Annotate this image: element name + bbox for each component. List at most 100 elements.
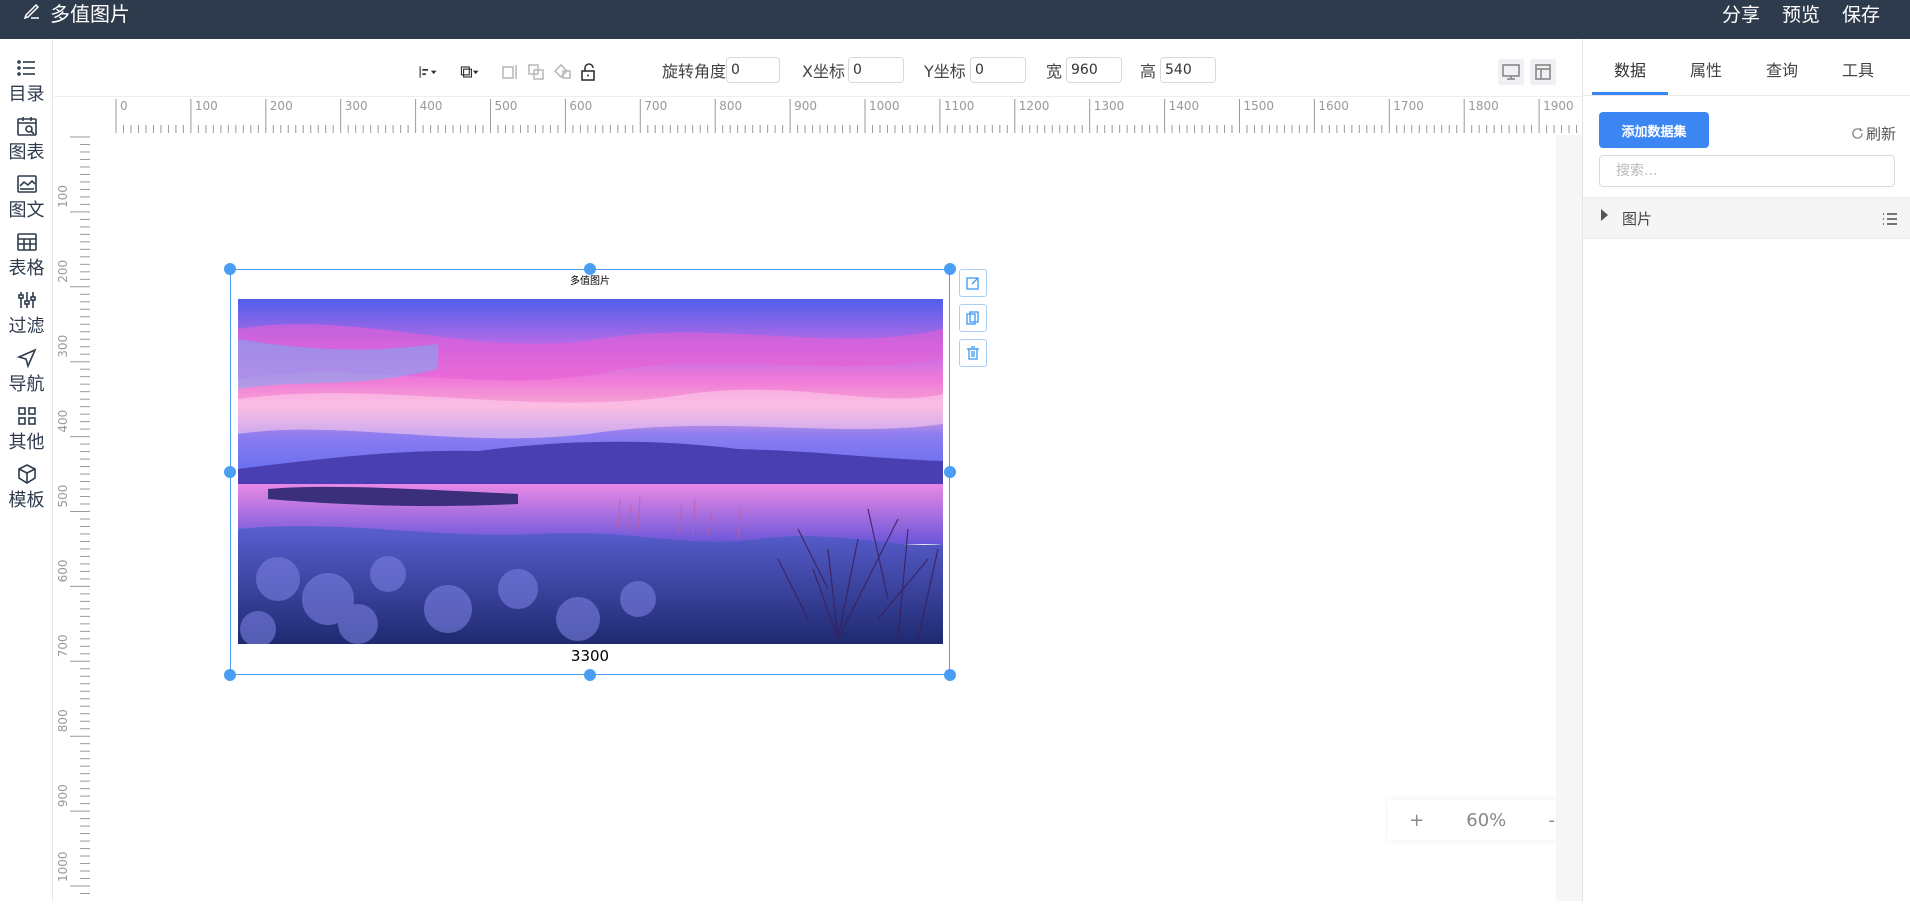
sidebar-item-label: 表格 bbox=[8, 258, 45, 279]
ruler-label: 900 bbox=[794, 99, 817, 113]
unlock-icon bbox=[581, 63, 595, 81]
resize-handle-left[interactable] bbox=[224, 466, 236, 478]
copy-widget-button[interactable] bbox=[959, 304, 987, 332]
tab-data[interactable]: 数据 bbox=[1592, 57, 1668, 81]
sidebar-item-catalog[interactable]: 目录 bbox=[0, 57, 53, 117]
distribute-button[interactable] bbox=[496, 59, 522, 85]
refresh-icon bbox=[1852, 127, 1863, 139]
layout-icon bbox=[1535, 64, 1551, 80]
copy-icon bbox=[966, 311, 979, 325]
sidebar-item-table[interactable]: 表格 bbox=[0, 231, 53, 291]
width-input[interactable] bbox=[1066, 57, 1122, 83]
resize-handle-right[interactable] bbox=[944, 466, 956, 478]
vertical-ruler: 100 200 300 400 500 600 700 800 900 1000 bbox=[54, 135, 114, 901]
align-dropdown-button[interactable] bbox=[410, 59, 446, 85]
lock-button[interactable] bbox=[576, 59, 602, 85]
layout-view-button[interactable] bbox=[1530, 59, 1556, 85]
list-icon bbox=[16, 60, 35, 76]
edit-icon bbox=[966, 277, 979, 290]
filter-icon bbox=[17, 292, 36, 308]
zoom-in-button[interactable]: + bbox=[1409, 810, 1424, 831]
save-button[interactable]: 保存 bbox=[1842, 0, 1880, 26]
list-icon[interactable] bbox=[1881, 210, 1899, 228]
ruler-label: 600 bbox=[569, 99, 592, 113]
rotation-input[interactable] bbox=[726, 57, 780, 83]
share-button[interactable]: 分享 bbox=[1722, 0, 1760, 26]
tree-item-label: 图片 bbox=[1622, 210, 1653, 228]
sidebar-item-chart[interactable]: 图表 bbox=[0, 115, 53, 175]
ruler-label: 300 bbox=[56, 335, 70, 358]
monitor-icon bbox=[1502, 64, 1520, 80]
tab-tools[interactable]: 工具 bbox=[1820, 57, 1896, 81]
height-input[interactable] bbox=[1160, 57, 1216, 83]
ungroup-button[interactable] bbox=[550, 59, 576, 85]
sidebar-item-template[interactable]: 模板 bbox=[0, 463, 53, 523]
app-title: 多值图片 bbox=[22, 0, 130, 26]
ruler-label: 800 bbox=[56, 709, 70, 732]
sidebar-item-filter[interactable]: 过滤 bbox=[0, 289, 53, 349]
resize-handle-top-left[interactable] bbox=[224, 263, 236, 275]
layer-icon bbox=[460, 66, 479, 78]
screen-view-button[interactable] bbox=[1498, 59, 1524, 85]
x-input[interactable] bbox=[848, 57, 904, 83]
height-label: 高 bbox=[1140, 62, 1157, 81]
horizontal-ruler: 0 100 200 300 400 500 600 700 800 900 1000 1100 1200… bbox=[114, 97, 1582, 135]
sidebar-item-navigation[interactable]: 导航 bbox=[0, 347, 53, 407]
ruler-label: 1700 bbox=[1393, 99, 1424, 113]
ruler-label: 1400 bbox=[1169, 99, 1200, 113]
top-actions: 分享 预览 保存 bbox=[1722, 0, 1880, 26]
ruler-label: 800 bbox=[719, 99, 742, 113]
resize-handle-bottom-left[interactable] bbox=[224, 669, 236, 681]
sidebar-item-label: 目录 bbox=[8, 84, 45, 105]
ruler-label: 400 bbox=[420, 99, 443, 113]
resize-handle-top-right[interactable] bbox=[944, 263, 956, 275]
ruler-label: 1300 bbox=[1094, 99, 1125, 113]
add-dataset-button[interactable]: 添加数据集 bbox=[1599, 112, 1709, 148]
y-input[interactable] bbox=[970, 57, 1026, 83]
tab-properties[interactable]: 属性 bbox=[1668, 57, 1744, 81]
ruler-label: 1000 bbox=[56, 851, 70, 882]
ruler-label: 0 bbox=[120, 99, 128, 113]
sidebar-item-image-text[interactable]: 图文 bbox=[0, 173, 53, 233]
tree-item-image[interactable]: 图片 bbox=[1583, 197, 1910, 239]
delete-widget-button[interactable] bbox=[959, 339, 987, 367]
image-text-icon bbox=[16, 175, 37, 193]
zoom-out-button[interactable]: - bbox=[1548, 810, 1555, 831]
panel-tabs: 数据 属性 查询 工具 bbox=[1583, 39, 1910, 96]
ruler-label: 100 bbox=[56, 185, 70, 208]
rotation-label: 旋转角度 bbox=[662, 62, 727, 81]
zoom-level: 60% bbox=[1466, 809, 1507, 831]
y-label: Y坐标 bbox=[924, 62, 966, 81]
zoom-control: + 60% - bbox=[1388, 800, 1576, 840]
trash-icon bbox=[967, 346, 979, 360]
sidebar-item-label: 模板 bbox=[8, 490, 45, 511]
ruler-label: 500 bbox=[495, 99, 518, 113]
caret-right-icon[interactable] bbox=[1601, 209, 1608, 221]
resize-handle-top[interactable] bbox=[584, 263, 596, 275]
sidebar-item-other[interactable]: 其他 bbox=[0, 405, 53, 465]
tab-query[interactable]: 查询 bbox=[1744, 57, 1820, 81]
ruler-label: 700 bbox=[56, 634, 70, 657]
ruler-label: 500 bbox=[56, 485, 70, 508]
align-left-icon bbox=[419, 66, 437, 78]
toolbar: 旋转角度 X坐标 Y坐标 宽 高 bbox=[54, 39, 1582, 97]
resize-handle-bottom-right[interactable] bbox=[944, 669, 956, 681]
layer-dropdown-button[interactable] bbox=[452, 59, 488, 85]
canvas-vertical-scrollbar[interactable] bbox=[1556, 135, 1582, 901]
canvas-page[interactable]: 多值图片 3300 bbox=[114, 135, 1556, 901]
ruler-label: 400 bbox=[56, 410, 70, 433]
preview-button[interactable]: 预览 bbox=[1782, 0, 1820, 26]
edit-pen-icon bbox=[22, 0, 42, 25]
ruler-label: 300 bbox=[345, 99, 368, 113]
width-label: 宽 bbox=[1046, 62, 1063, 81]
refresh-button[interactable]: 刷新 bbox=[1851, 123, 1896, 144]
group-button[interactable] bbox=[523, 59, 549, 85]
ruler-label: 100 bbox=[195, 99, 218, 113]
edit-widget-button[interactable] bbox=[959, 269, 987, 297]
ruler-label: 1000 bbox=[869, 99, 900, 113]
active-tab-indicator bbox=[1592, 92, 1668, 95]
refresh-label: 刷新 bbox=[1865, 125, 1896, 143]
resize-handle-bottom[interactable] bbox=[584, 669, 596, 681]
ruler-label: 1100 bbox=[944, 99, 975, 113]
dataset-search-input[interactable] bbox=[1599, 155, 1895, 187]
